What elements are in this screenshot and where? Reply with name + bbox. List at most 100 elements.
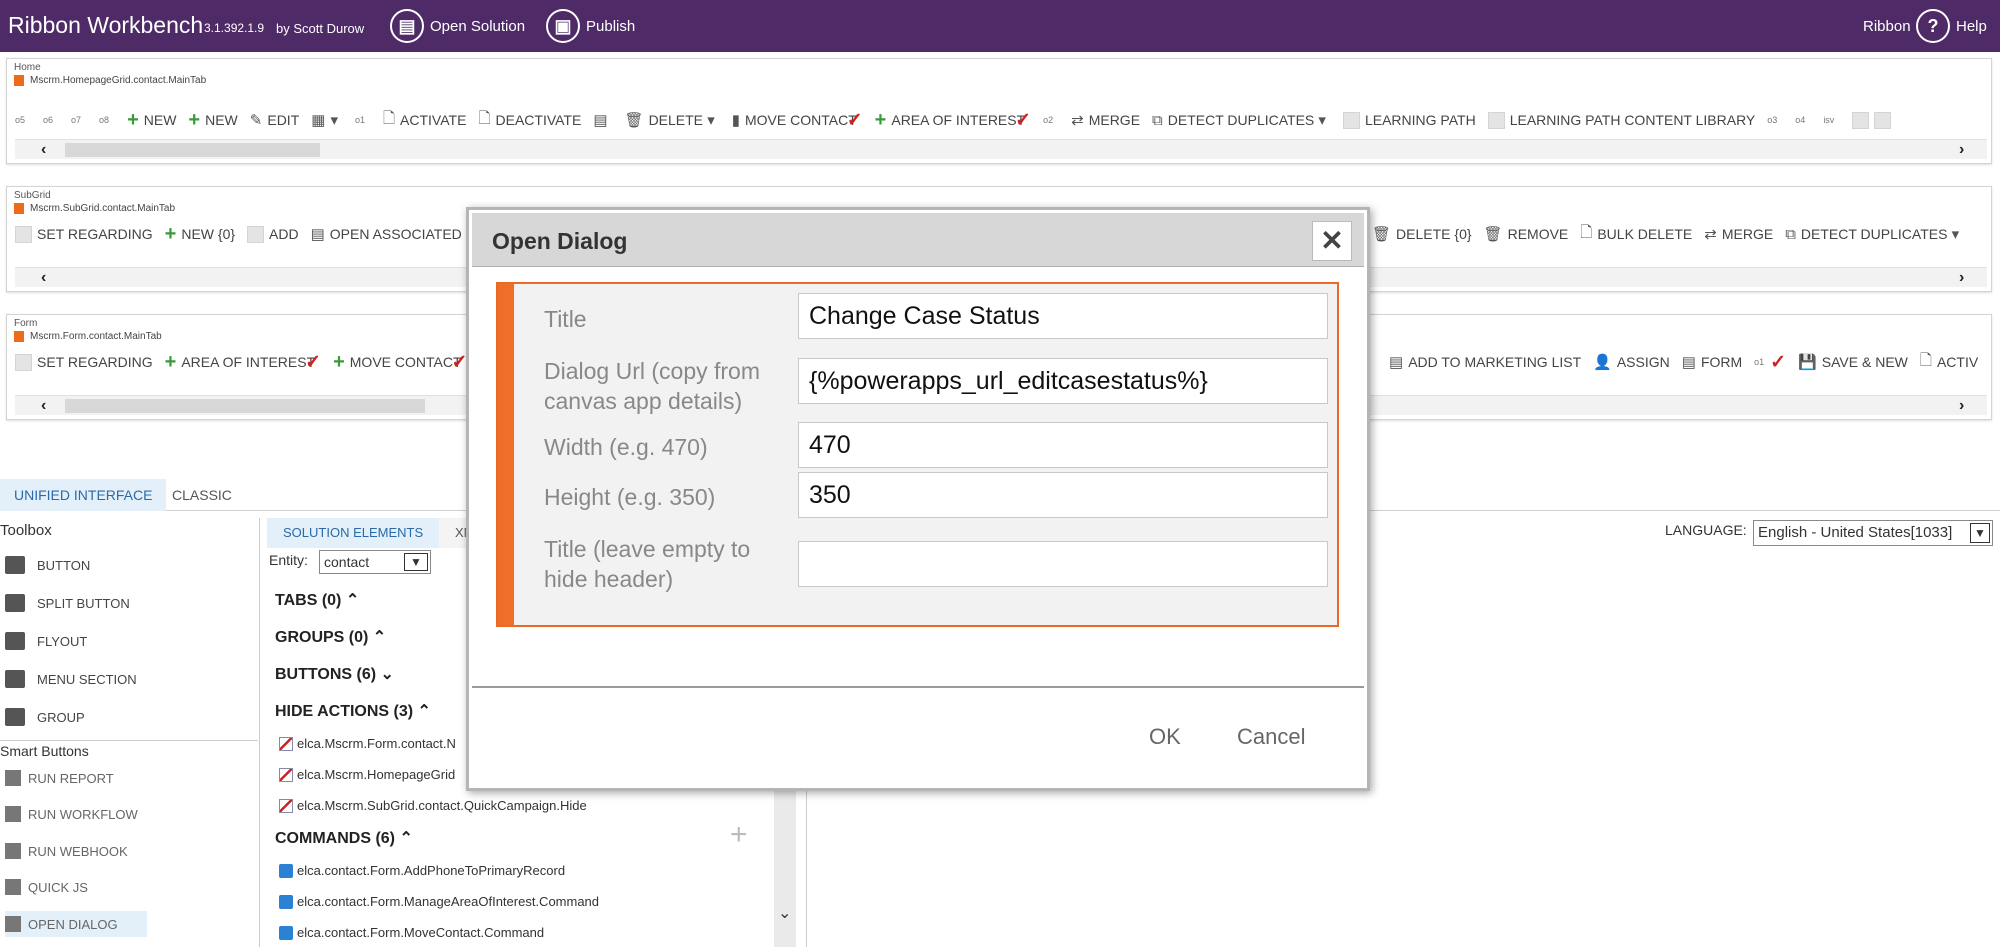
cmd-area-of-interest[interactable]: +AREA OF INTEREST✓ — [165, 351, 321, 374]
cmd-delete[interactable]: 🗑DELETE ▾ — [625, 111, 720, 129]
smart-quick-js[interactable]: QUICK JS — [5, 874, 88, 900]
tool-split-button[interactable]: SPLIT BUTTON — [5, 590, 130, 616]
smart-run-webhook[interactable]: RUN WEBHOOK — [5, 838, 128, 864]
entity-select[interactable]: contact▼ — [319, 550, 431, 574]
marker: o3 — [1767, 115, 1777, 125]
cancel-button[interactable]: Cancel — [1237, 724, 1305, 750]
cmd-add[interactable]: ADD — [247, 226, 299, 243]
section-commands[interactable]: COMMANDS (6) ⌃ — [275, 828, 413, 848]
cmd-new[interactable]: +NEW — [127, 109, 176, 132]
cmd-edit[interactable]: ✎EDIT — [250, 111, 299, 129]
cmd-new-0[interactable]: +NEW {0} — [165, 223, 235, 246]
hide-action-item[interactable]: elca.Mscrm.Form.contact.N — [279, 736, 456, 751]
cmd-activate[interactable]: 🗋ACTIVATE — [383, 108, 466, 133]
smart-open-dialog[interactable]: OPEN DIALOG — [5, 911, 147, 937]
field-height-input[interactable]: 350 — [798, 472, 1328, 518]
cmd-area-of-interest[interactable]: +AREA OF INTEREST✓ — [875, 109, 1031, 132]
marker: o4 — [1795, 115, 1805, 125]
ribbon-form-commands-left: SET REGARDING +AREA OF INTEREST✓ +MOVE C… — [15, 347, 475, 377]
ribbon-home-commands: o5 o6 o7 o8 +NEW +NEW ✎EDIT ▦▾ o1 🗋ACTIV… — [15, 105, 1965, 135]
language-select[interactable]: English - United States[1033]▼ — [1753, 520, 1993, 546]
help-button[interactable]: ? Help — [1916, 7, 1987, 45]
tab-unified-interface[interactable]: UNIFIED INTERFACE — [0, 479, 166, 511]
command-item[interactable]: elca.contact.Form.MoveContact.Command — [279, 925, 544, 940]
field-title-input[interactable]: Change Case Status — [798, 293, 1328, 339]
section-buttons[interactable]: BUTTONS (6) ⌄ — [275, 664, 394, 684]
field-dialog-url-input[interactable]: {%powerapps_url_editcasestatus%} — [798, 358, 1328, 404]
ribbon-button[interactable]: Ribbon — [1857, 7, 1911, 45]
cmd-detect-duplicates[interactable]: ⧉DETECT DUPLICATES ▾ — [1152, 111, 1331, 129]
cmd-save-and-new[interactable]: 💾SAVE & NEW — [1798, 353, 1908, 371]
checkmark-icon: ✓ — [847, 109, 863, 132]
tool-menu-section[interactable]: MENU SECTION — [5, 666, 137, 692]
placeholder-icon — [247, 226, 264, 243]
cmd-table[interactable]: ▤ — [593, 111, 612, 129]
field-header-title-input[interactable] — [798, 541, 1328, 587]
publish-button[interactable]: ▣ Publish — [546, 7, 635, 45]
cmd-check[interactable]: ✓ — [1770, 351, 1786, 374]
hide-action-item[interactable]: elca.Mscrm.HomepageGrid — [279, 767, 455, 782]
tool-group[interactable]: GROUP — [5, 704, 85, 730]
smart-run-workflow[interactable]: RUN WORKFLOW — [5, 801, 138, 827]
cmd-merge[interactable]: ⇄MERGE — [1071, 111, 1140, 129]
open-solution-button[interactable]: ▤ Open Solution — [390, 7, 525, 45]
cmd-learning-path[interactable]: LEARNING PATH — [1343, 112, 1476, 129]
cmd-new-2[interactable]: +NEW — [188, 109, 237, 132]
placeholder-icon — [1852, 112, 1869, 129]
cmd-set-regarding[interactable]: SET REGARDING — [15, 226, 153, 243]
chevron-down-icon: ⌄ — [381, 666, 394, 683]
webhook-icon — [5, 843, 21, 859]
table-icon: ▤ — [593, 111, 607, 129]
tool-button[interactable]: BUTTON — [5, 552, 90, 578]
cmd-learning-path-content-library[interactable]: LEARNING PATH CONTENT LIBRARY — [1488, 112, 1756, 129]
cmd-activ[interactable]: 🗋ACTIV — [1920, 350, 1978, 375]
ribbon-home-scrollbar[interactable]: ‹ › — [15, 139, 1987, 159]
cmd-remove[interactable]: 🗑REMOVE — [1484, 225, 1569, 243]
section-tabs[interactable]: TABS (0) ⌃ — [275, 590, 359, 610]
chevron-right-icon[interactable]: › — [1959, 141, 1964, 159]
plus-icon: + — [875, 109, 887, 132]
chevron-left-icon[interactable]: ‹ — [41, 397, 46, 415]
section-hide-actions[interactable]: HIDE ACTIONS (3) ⌃ — [275, 701, 431, 721]
ok-button[interactable]: OK — [1149, 724, 1181, 750]
cmd-deactivate[interactable]: 🗋DEACTIVATE — [478, 108, 581, 133]
chevron-down-icon[interactable]: ⌄ — [778, 903, 791, 923]
ribbon-form-name: Form — [14, 318, 37, 329]
cmd-open-associated[interactable]: ▤OPEN ASSOCIATED — [311, 225, 462, 243]
user-icon: 👤 — [1593, 353, 1612, 371]
tool-flyout[interactable]: FLYOUT — [5, 628, 87, 654]
cmd-delete-0[interactable]: 🗑DELETE {0} — [1372, 225, 1472, 243]
scroll-thumb[interactable] — [65, 399, 425, 413]
command-item[interactable]: elca.contact.Form.ManageAreaOfInterest.C… — [279, 894, 599, 909]
cmd-assign[interactable]: 👤ASSIGN — [1593, 353, 1670, 371]
command-item[interactable]: elca.contact.Form.AddPhoneToPrimaryRecor… — [279, 863, 565, 878]
cmd-add-to-marketing-list[interactable]: ▤ADD TO MARKETING LIST — [1389, 353, 1581, 371]
add-command-icon[interactable]: + — [730, 818, 748, 852]
chevron-left-icon[interactable]: ‹ — [41, 269, 46, 287]
cmd-set-regarding[interactable]: SET REGARDING — [15, 354, 153, 371]
cmd-detect-duplicates[interactable]: ⧉DETECT DUPLICATES ▾ — [1785, 225, 1964, 243]
chevron-down-icon: ▼ — [1970, 523, 1990, 543]
cmd-flyout[interactable]: ▦▾ — [311, 111, 343, 129]
ribbon-form-commands-right: ▤ADD TO MARKETING LIST 👤ASSIGN ▤FORM o1 … — [1389, 347, 1989, 377]
close-icon[interactable]: ✕ — [1312, 221, 1352, 261]
cmd-merge[interactable]: ⇄MERGE — [1704, 225, 1773, 243]
hide-action-item[interactable]: elca.Mscrm.SubGrid.contact.QuickCampaign… — [279, 798, 587, 813]
scroll-thumb[interactable] — [65, 143, 320, 157]
tab-classic[interactable]: CLASSIC — [158, 479, 246, 511]
cmd-form[interactable]: ▤FORM — [1682, 353, 1742, 371]
smart-run-report[interactable]: RUN REPORT — [5, 765, 114, 791]
chevron-right-icon[interactable]: › — [1959, 397, 1964, 415]
chevron-left-icon[interactable]: ‹ — [41, 141, 46, 159]
checkmark-icon: ✓ — [305, 351, 321, 374]
cmd-move-contact[interactable]: ▮MOVE CONTACT✓ — [732, 109, 863, 132]
field-width-input[interactable]: 470 — [798, 422, 1328, 468]
placeholder-icon — [1488, 112, 1505, 129]
chevron-right-icon[interactable]: › — [1959, 269, 1964, 287]
section-groups[interactable]: GROUPS (0) ⌃ — [275, 627, 386, 647]
flyout-icon — [5, 632, 25, 650]
tab-solution-elements[interactable]: SOLUTION ELEMENTS — [267, 518, 439, 548]
ribbon-subgrid-commands-left: SET REGARDING +NEW {0} ADD ▤OPEN ASSOCIA… — [15, 219, 475, 249]
cmd-move-contact[interactable]: +MOVE CONTACT✓ — [333, 351, 467, 374]
cmd-bulk-delete[interactable]: 🗋BULK DELETE — [1580, 222, 1692, 247]
